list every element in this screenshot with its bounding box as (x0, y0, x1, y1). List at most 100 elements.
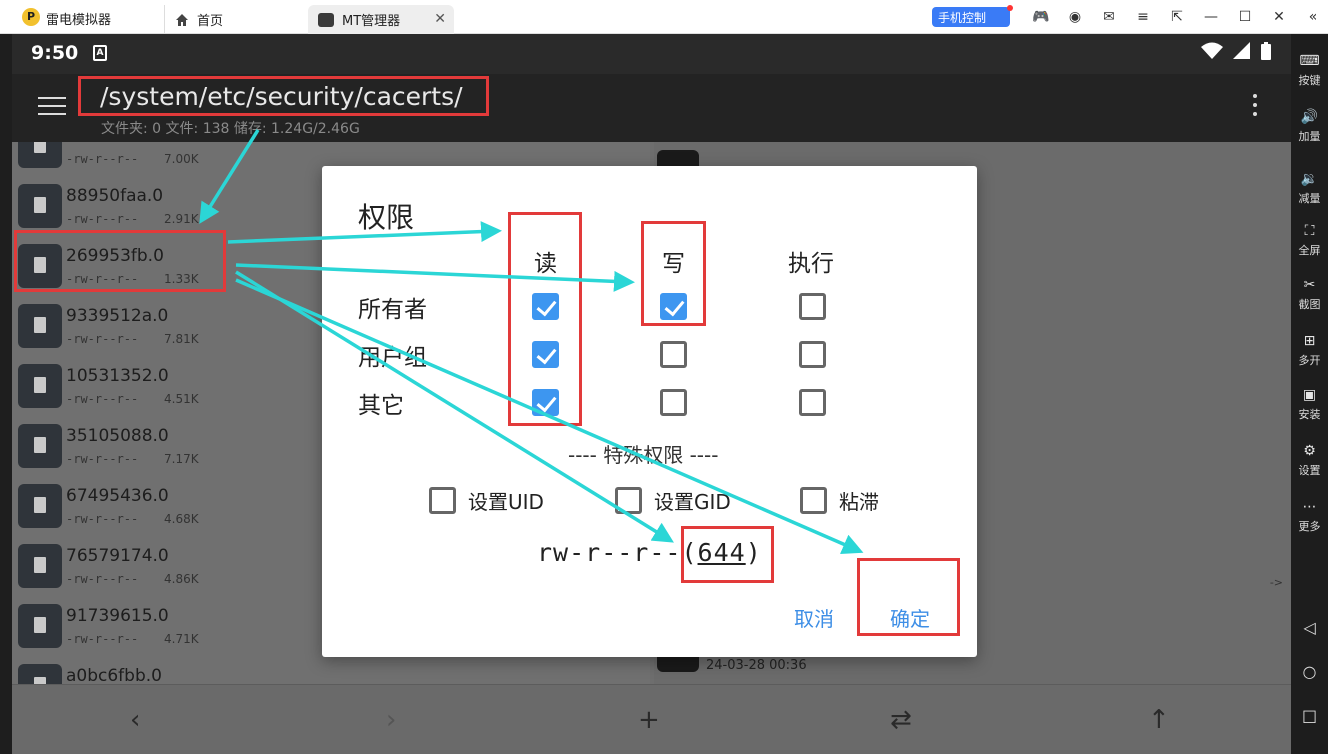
emulator-titlebar: P 雷电模拟器 首页 MT管理器 ✕ 手机控制 🎮 ◉ ✉ ≡ ⇱ — ☐ ✕ … (0, 0, 1328, 34)
back-icon[interactable]: ‹ (130, 705, 140, 735)
file-size: 7.17K (164, 452, 199, 466)
sidebar-item-keys[interactable]: ⌨ 按键 (1291, 50, 1328, 88)
gamepad-icon[interactable]: 🎮 (1024, 8, 1058, 26)
status-time: 9:50 (31, 42, 79, 64)
row-other-label: 其它 (358, 393, 404, 419)
phone-control-label: 手机控制 (938, 10, 987, 25)
sticky-checkbox[interactable] (800, 487, 827, 514)
file-size: 7.00K (164, 152, 199, 166)
file-name: 76579174.0 (66, 546, 169, 566)
file-icon (18, 664, 62, 684)
account-icon[interactable]: ◉ (1058, 8, 1092, 26)
other-write-checkbox[interactable] (660, 389, 687, 416)
signal-icon (1233, 42, 1250, 59)
sidebar-item-install[interactable]: ▣ 安装 (1291, 384, 1328, 422)
emulator-app-name: 雷电模拟器 (46, 13, 112, 28)
nav-recents-icon[interactable]: □ (1291, 706, 1328, 725)
battery-icon (1261, 42, 1271, 60)
file-icon (18, 604, 62, 648)
setuid-label: 设置UID (468, 490, 544, 514)
close-tab-icon[interactable]: ✕ (434, 11, 446, 27)
maximize-icon[interactable]: ☐ (1228, 8, 1262, 26)
file-permission: -rw-r--r-- (66, 212, 139, 226)
annotation-box-ok (857, 558, 960, 636)
annotation-box-octal (681, 526, 774, 583)
file-size: 4.51K (164, 392, 199, 406)
file-size: 2.91K (164, 212, 199, 226)
group-exec-checkbox[interactable] (799, 341, 826, 368)
wifi-icon (1201, 42, 1223, 59)
file-permission: -rw-r--r-- (66, 572, 139, 586)
add-icon[interactable]: + (638, 705, 660, 735)
menu-icon[interactable]: ≡ (1126, 8, 1160, 26)
swap-panes-icon[interactable]: ⇄ (890, 705, 912, 735)
folder-summary: 文件夹: 0 文件: 138 储存: 1.24G/2.46G (101, 121, 360, 137)
tab-mt-manager[interactable]: MT管理器 ✕ (308, 5, 454, 34)
other-exec-checkbox[interactable] (799, 389, 826, 416)
file-icon (18, 484, 62, 528)
apk-install-icon: ▣ (1302, 387, 1317, 403)
phone-control-button[interactable]: 手机控制 (932, 5, 1013, 27)
sidebar-item-fullscreen[interactable]: ⛶ 全屏 (1291, 220, 1328, 258)
fullscreen-icon: ⛶ (1304, 223, 1315, 239)
group-write-checkbox[interactable] (660, 341, 687, 368)
file-permission: -rw-r--r-- (66, 632, 139, 646)
file-icon (18, 424, 62, 468)
link-arrow: -> (1269, 576, 1283, 589)
file-size: 7.81K (164, 332, 199, 346)
status-bar: 9:50 A (12, 34, 1291, 74)
home-icon (176, 13, 188, 26)
file-icon (18, 304, 62, 348)
nav-back-icon[interactable]: ◁ (1291, 618, 1328, 637)
minimize-icon[interactable]: — (1194, 8, 1228, 26)
file-name: 9339512a.0 (66, 306, 169, 326)
overflow-menu-icon[interactable] (1253, 94, 1257, 121)
file-name: 88950faa.0 (66, 186, 164, 206)
mail-icon[interactable]: ✉ (1092, 8, 1126, 26)
sidebar-item-volume-up[interactable]: 🔊 加量 (1291, 106, 1328, 144)
volume-up-icon: 🔊 (1300, 109, 1319, 125)
file-icon (18, 544, 62, 588)
sidebar-item-volume-down[interactable]: 🔉 减量 (1291, 168, 1328, 206)
sidebar-item-multi[interactable]: ⊞ 多开 (1291, 330, 1328, 368)
hamburger-menu-icon[interactable] (38, 97, 66, 121)
multi-instance-icon: ⊞ (1303, 333, 1316, 349)
annotation-box-file (14, 230, 226, 292)
setgid-checkbox[interactable] (615, 487, 642, 514)
row-owner-label: 所有者 (358, 297, 427, 323)
file-name: 35105088.0 (66, 426, 169, 446)
nav-home-icon[interactable]: ○ (1291, 662, 1328, 681)
close-window-icon[interactable]: ✕ (1262, 8, 1296, 26)
file-permission: -rw-r--r-- (66, 332, 139, 346)
file-icon (18, 184, 62, 228)
collapse-sidebar-icon[interactable]: « (1296, 8, 1328, 26)
sidebar-item-more[interactable]: ⋯ 更多 (1291, 496, 1328, 534)
dialog-title: 权限 (358, 201, 415, 234)
setgid-label: 设置GID (654, 490, 731, 514)
owner-exec-checkbox[interactable] (799, 293, 826, 320)
tab-home-label: 首页 (197, 14, 224, 29)
mt-app-icon (318, 12, 334, 27)
sidebar-item-settings[interactable]: ⚙ 设置 (1291, 440, 1328, 478)
sticky-label: 粘滞 (839, 490, 879, 514)
file-size: 4.68K (164, 512, 199, 526)
file-size: 4.71K (164, 632, 199, 646)
file-name: 67495436.0 (66, 486, 169, 506)
special-permissions-header: ---- 特殊权限 ---- (568, 443, 719, 467)
setuid-checkbox[interactable] (429, 487, 456, 514)
cancel-button[interactable]: 取消 (794, 603, 834, 632)
sidebar-item-screenshot[interactable]: ✂ 截图 (1291, 274, 1328, 312)
column-execute: 执行 (788, 251, 834, 277)
file-permission: -rw-r--r-- (66, 392, 139, 406)
row-group-label: 用户组 (358, 345, 427, 371)
tab-home[interactable]: 首页 (164, 5, 304, 34)
file-row[interactable]: a0bc6fbb.0 (12, 658, 650, 684)
file-icon (18, 364, 62, 408)
file-permission: -rw-r--r-- (66, 152, 139, 166)
file-icon (18, 142, 62, 168)
forward-icon[interactable]: › (386, 705, 396, 735)
file-timestamp: 24-03-28 00:36 (706, 658, 807, 673)
file-name: 10531352.0 (66, 366, 169, 386)
pop-out-icon[interactable]: ⇱ (1160, 8, 1194, 26)
up-directory-icon[interactable]: ↑ (1148, 705, 1170, 735)
